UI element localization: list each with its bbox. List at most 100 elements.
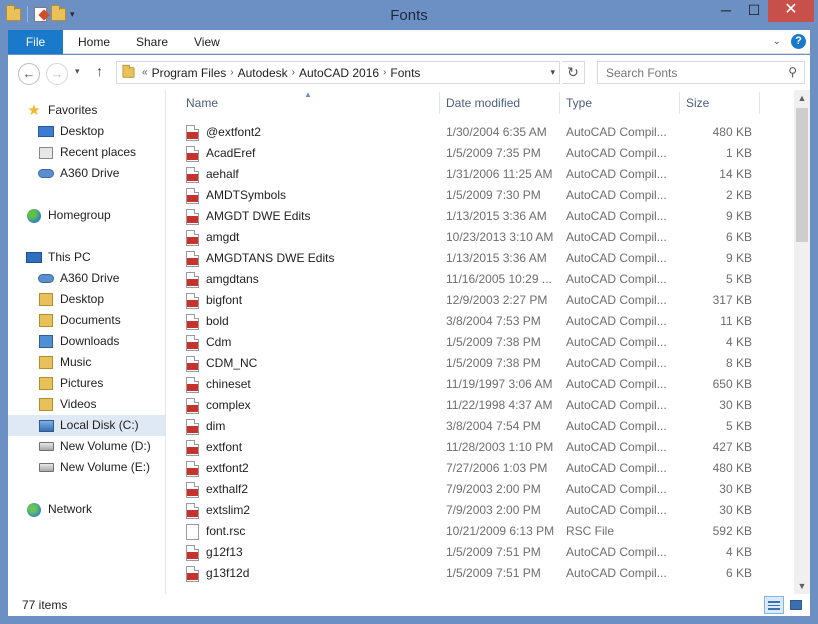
title-bar: ▾ Fonts ─ ☐ ✕	[0, 0, 818, 30]
breadcrumb-fonts[interactable]: Fonts	[386, 66, 424, 80]
column-header-name[interactable]: Name	[186, 90, 218, 116]
file-row[interactable]: bold 3/8/2004 7:53 PM AutoCAD Compil... 11 …	[172, 311, 794, 332]
sidebar-item-homegroup[interactable]: Homegroup	[26, 205, 111, 226]
file-size: 650 KB	[712, 377, 752, 391]
file-name: AMGDTANS DWE Edits	[206, 251, 335, 265]
sidebar-item-a360-drive-pc[interactable]: A360 Drive	[38, 268, 119, 289]
navigation-pane: ★ Favorites Desktop Recent places A360 D…	[8, 90, 166, 594]
vertical-scrollbar[interactable]: ▲ ▼	[794, 90, 810, 594]
music-folder-icon	[38, 355, 54, 371]
file-size: 2 KB	[725, 188, 752, 202]
sidebar-item-label: Videos	[60, 397, 97, 411]
file-row[interactable]: extfont 11/28/2003 1:10 PM AutoCAD Compil.…	[172, 437, 794, 458]
file-row[interactable]: dim 3/8/2004 7:54 PM AutoCAD Compil... 5 KB	[172, 416, 794, 437]
sidebar-item-recent-places[interactable]: Recent places	[38, 142, 136, 163]
search-icon[interactable]: ⚲	[788, 65, 797, 79]
file-row[interactable]: AMDTSymbols 1/5/2009 7:30 PM AutoCAD Compi…	[172, 185, 794, 206]
help-icon[interactable]: ?	[791, 34, 806, 49]
sidebar-item-new-volume-e[interactable]: New Volume (E:)	[38, 457, 150, 478]
tab-home[interactable]: Home	[78, 30, 110, 54]
file-date-modified: 1/5/2009 7:51 PM	[446, 566, 541, 580]
column-divider[interactable]	[759, 92, 760, 114]
videos-folder-icon	[38, 397, 54, 413]
sidebar-item-favorites[interactable]: ★ Favorites	[26, 100, 97, 121]
sidebar-item-label: Desktop	[60, 124, 105, 138]
search-input[interactable]	[598, 62, 778, 83]
shx-file-icon	[186, 314, 199, 330]
file-row[interactable]: g12f13 1/5/2009 7:51 PM AutoCAD Compil... 4…	[172, 542, 794, 563]
file-date-modified: 1/5/2009 7:35 PM	[446, 146, 541, 160]
file-row[interactable]: chineset 11/19/1997 3:06 AM AutoCAD Compil…	[172, 374, 794, 395]
column-divider[interactable]	[439, 92, 440, 114]
breadcrumb-autodesk[interactable]: Autodesk	[234, 66, 292, 80]
sidebar-item-videos[interactable]: Videos	[38, 394, 96, 415]
file-row[interactable]: AcadEref 1/5/2009 7:35 PM AutoCAD Compil..…	[172, 143, 794, 164]
tab-view[interactable]: View	[194, 30, 220, 54]
sidebar-item-documents[interactable]: Documents	[38, 310, 121, 331]
file-row[interactable]: extslim2 7/9/2003 2:00 PM AutoCAD Compil..…	[172, 500, 794, 521]
tab-share[interactable]: Share	[136, 30, 168, 54]
minimize-button[interactable]: ─	[712, 0, 740, 22]
expand-ribbon-icon[interactable]: ⌄	[773, 36, 781, 47]
details-view-button[interactable]	[764, 596, 784, 614]
file-row[interactable]: font.rsc 10/21/2009 6:13 PM RSC File 592 KB	[172, 521, 794, 542]
sidebar-item-local-disk-c[interactable]: Local Disk (C:)	[8, 415, 165, 436]
file-size: 480 KB	[712, 125, 752, 139]
close-button[interactable]: ✕	[768, 0, 814, 22]
sidebar-item-desktop[interactable]: Desktop	[38, 121, 104, 142]
hard-drive-icon	[38, 439, 54, 455]
search-box[interactable]: ⚲	[597, 61, 805, 84]
file-row[interactable]: complex 11/22/1998 4:37 AM AutoCAD Compil.…	[172, 395, 794, 416]
file-row[interactable]: AMGDTANS DWE Edits 1/13/2015 3:36 AM AutoC…	[172, 248, 794, 269]
sidebar-item-pictures[interactable]: Pictures	[38, 373, 103, 394]
file-row[interactable]: amgdt 10/23/2013 3:10 AM AutoCAD Compil...…	[172, 227, 794, 248]
column-divider[interactable]	[679, 92, 680, 114]
refresh-button[interactable]: ↻	[562, 61, 585, 84]
sidebar-item-new-volume-d[interactable]: New Volume (D:)	[38, 436, 151, 457]
up-button[interactable]: ↑	[96, 63, 103, 79]
column-header-size[interactable]: Size	[686, 90, 709, 116]
scrollbar-thumb[interactable]	[796, 108, 808, 242]
file-row[interactable]: g13f12d 1/5/2009 7:51 PM AutoCAD Compil...…	[172, 563, 794, 584]
file-row[interactable]: CDM_NC 1/5/2009 7:38 PM AutoCAD Compil... 8…	[172, 353, 794, 374]
sidebar-item-downloads[interactable]: Downloads	[38, 331, 119, 352]
file-row[interactable]: aehalf 1/31/2006 11:25 AM AutoCAD Compil..…	[172, 164, 794, 185]
back-button[interactable]: ←	[18, 63, 40, 85]
sidebar-item-this-pc[interactable]: This PC	[26, 247, 91, 268]
file-row[interactable]: extfont2 7/27/2006 1:03 PM AutoCAD Compil.…	[172, 458, 794, 479]
file-size: 9 KB	[725, 251, 752, 265]
forward-button[interactable]: →	[46, 63, 68, 85]
scroll-up-icon[interactable]: ▲	[794, 90, 810, 106]
sidebar-item-label: New Volume (D:)	[60, 439, 151, 453]
recent-places-icon	[38, 145, 54, 161]
file-row[interactable]: exthalf2 7/9/2003 2:00 PM AutoCAD Compil..…	[172, 479, 794, 500]
scroll-down-icon[interactable]: ▼	[794, 578, 810, 594]
breadcrumb-program-files[interactable]: Program Files	[148, 66, 231, 80]
file-date-modified: 11/22/1998 4:37 AM	[446, 398, 553, 412]
sidebar-item-network[interactable]: Network	[26, 499, 92, 520]
file-size: 4 KB	[725, 545, 752, 559]
item-count: 77 items	[22, 598, 68, 612]
breadcrumb-autocad-2016[interactable]: AutoCAD 2016	[295, 66, 383, 80]
recent-locations-icon[interactable]: ▾	[75, 66, 80, 77]
address-dropdown-icon[interactable]: ▾	[550, 67, 555, 78]
sidebar-item-a360-drive[interactable]: A360 Drive	[38, 163, 119, 184]
sidebar-item-music[interactable]: Music	[38, 352, 91, 373]
maximize-button[interactable]: ☐	[740, 0, 768, 22]
sidebar-item-desktop-pc[interactable]: Desktop	[38, 289, 104, 310]
file-date-modified: 1/31/2006 11:25 AM	[446, 167, 553, 181]
tab-file[interactable]: File	[8, 30, 63, 54]
file-row[interactable]: bigfont 12/9/2003 2:27 PM AutoCAD Compil..…	[172, 290, 794, 311]
address-bar[interactable]: « Program Files › Autodesk › AutoCAD 201…	[116, 61, 560, 84]
column-header-date-modified[interactable]: Date modified	[446, 90, 520, 116]
column-divider[interactable]	[559, 92, 560, 114]
file-row[interactable]: AMGDT DWE Edits 1/13/2015 3:36 AM AutoCAD …	[172, 206, 794, 227]
column-header-type[interactable]: Type	[566, 90, 592, 116]
file-date-modified: 11/19/1997 3:06 AM	[446, 377, 553, 391]
cloud-drive-icon	[38, 166, 54, 182]
file-row[interactable]: amgdtans 11/16/2005 10:29 ... AutoCAD Comp…	[172, 269, 794, 290]
file-row[interactable]: Cdm 1/5/2009 7:38 PM AutoCAD Compil... 4 KB	[172, 332, 794, 353]
large-icons-view-button[interactable]	[786, 596, 806, 614]
file-row[interactable]: @extfont2 1/30/2004 6:35 AM AutoCAD Compil…	[172, 122, 794, 143]
file-size: 30 KB	[719, 398, 752, 412]
